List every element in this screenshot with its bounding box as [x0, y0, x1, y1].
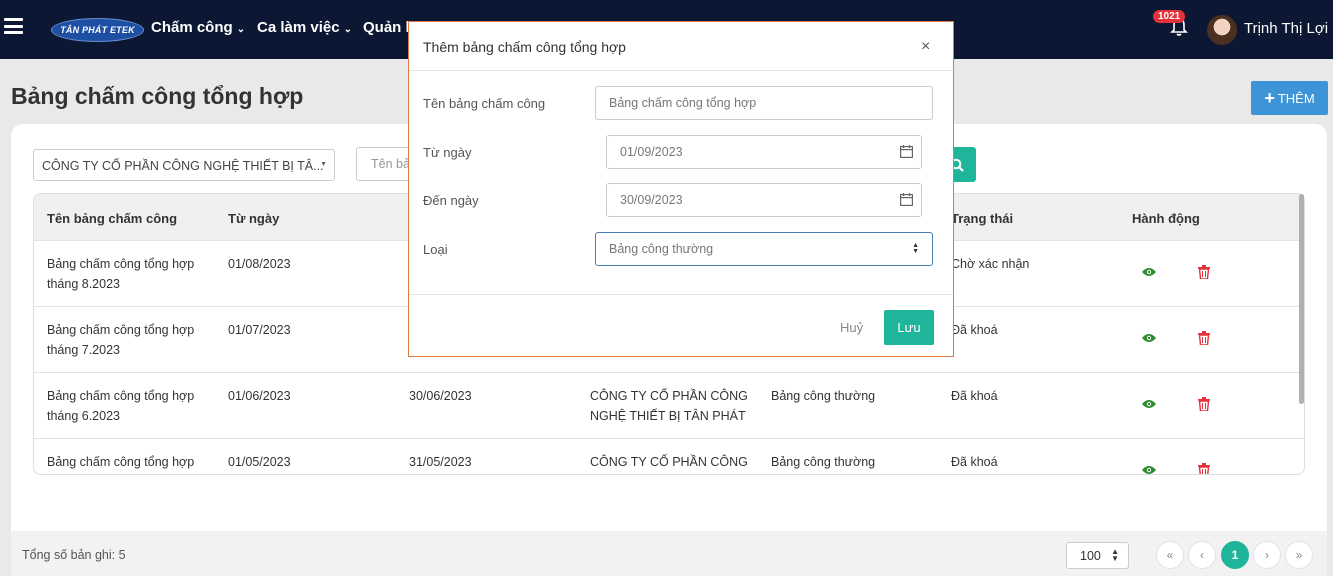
- record-count: Tổng số bản ghi: 5: [22, 548, 126, 562]
- cell-to: 31/05/2023: [409, 455, 472, 469]
- cell-name: Bảng chấm công tổng hợp tháng 6.2023: [47, 389, 195, 423]
- updown-icon: ▲ ▼: [1111, 547, 1119, 563]
- cell-from: 01/07/2023: [228, 323, 291, 337]
- cell-status: Đã khoá: [951, 389, 998, 403]
- col-header-status: Trạng thái: [951, 211, 1014, 226]
- col-header-actions: Hành động: [1132, 211, 1200, 226]
- user-name[interactable]: Trịnh Thị Lợi: [1244, 20, 1328, 37]
- add-button[interactable]: + THÊM: [1251, 81, 1328, 115]
- type-label: Loại: [423, 242, 448, 257]
- pager-current[interactable]: 1: [1221, 541, 1249, 569]
- save-button[interactable]: Lưu: [884, 310, 934, 345]
- pager-next[interactable]: ›: [1253, 541, 1281, 569]
- cell-company: CÔNG TY CỔ PHẦN CÔNG: [590, 455, 748, 469]
- trash-icon[interactable]: [1198, 463, 1210, 475]
- table-row: Bảng chấm công tổng hợp tháng 6.2023 01/0…: [34, 372, 1304, 438]
- eye-icon[interactable]: [1142, 465, 1156, 475]
- trash-icon[interactable]: [1198, 331, 1210, 345]
- from-date-label: Từ ngày: [423, 145, 472, 160]
- table-row: Bảng chấm công tổng hợp 01/05/2023 31/05…: [34, 438, 1304, 475]
- nav-cham-cong[interactable]: Chấm công ⌄: [151, 19, 245, 36]
- caret-down-icon: ▼: [320, 161, 327, 168]
- cell-from: 01/08/2023: [228, 257, 291, 271]
- eye-icon[interactable]: [1142, 333, 1156, 343]
- name-label: Tên bảng chấm công: [423, 96, 546, 111]
- cell-company: CÔNG TY CỔ PHẦN CÔNG NGHỆ THIẾT BỊ TÂN PH…: [590, 389, 748, 423]
- eye-icon[interactable]: [1142, 267, 1156, 277]
- to-date-label: Đến ngày: [423, 193, 479, 208]
- menu-icon[interactable]: [4, 18, 23, 34]
- cell-status: Chờ xác nhận: [951, 257, 1030, 271]
- trash-icon[interactable]: [1198, 265, 1210, 279]
- cell-from: 01/06/2023: [228, 389, 291, 403]
- cell-type: Bảng công thường: [771, 389, 876, 403]
- type-select[interactable]: Bảng công thường ▲ ▼: [595, 232, 933, 266]
- cell-type: Bảng công thường: [771, 455, 876, 469]
- col-header-from: Từ ngày: [228, 211, 280, 226]
- cell-to: 30/06/2023: [409, 389, 472, 403]
- plus-icon: +: [1264, 87, 1275, 108]
- divider: [409, 70, 953, 71]
- cell-name: Bảng chấm công tổng hợp tháng 8.2023: [47, 257, 195, 291]
- cell-status: Đã khoá: [951, 323, 998, 337]
- calendar-icon[interactable]: [900, 145, 913, 158]
- divider: [409, 294, 953, 295]
- page-size-select[interactable]: 100 ▲ ▼: [1066, 542, 1129, 569]
- modal-title: Thêm bảng chấm công tổng hợp: [423, 39, 626, 55]
- cell-name: Bảng chấm công tổng hợp tháng 7.2023: [47, 323, 195, 357]
- pager-prev[interactable]: ‹: [1188, 541, 1216, 569]
- company-filter-select[interactable]: CÔNG TY CỔ PHẦN CÔNG NGHỆ THIẾT BỊ TÂ...…: [33, 149, 335, 181]
- pager-first[interactable]: «: [1156, 541, 1184, 569]
- add-timesheet-modal: Thêm bảng chấm công tổng hợp × Tên bảng …: [408, 21, 954, 357]
- search-input[interactable]: Tên bả: [356, 147, 416, 181]
- calendar-icon[interactable]: [900, 193, 913, 206]
- chevron-down-icon: ⌄: [343, 24, 352, 35]
- to-date-input[interactable]: 30/09/2023: [606, 183, 922, 217]
- notification-badge: 1021: [1153, 10, 1186, 23]
- table-footer: [11, 531, 1327, 576]
- cancel-button[interactable]: Huỷ: [840, 320, 863, 335]
- pager-last[interactable]: »: [1285, 541, 1313, 569]
- col-header-name: Tên bảng chấm công: [47, 211, 178, 226]
- updown-icon: ▲ ▼: [912, 242, 919, 255]
- nav-ca-lam-viec[interactable]: Ca làm việc ⌄: [257, 19, 352, 36]
- from-date-input[interactable]: 01/09/2023: [606, 135, 922, 169]
- avatar[interactable]: [1207, 15, 1237, 45]
- chevron-down-icon: ⌄: [236, 24, 246, 35]
- company-logo[interactable]: TÂN PHÁT ETEK: [51, 18, 144, 42]
- page-title: Bảng chấm công tổng hợp: [11, 83, 304, 109]
- cell-from: 01/05/2023: [228, 455, 291, 469]
- table-scrollbar[interactable]: [1299, 194, 1304, 404]
- timesheet-name-input[interactable]: Bảng chấm công tổng hợp: [595, 86, 933, 120]
- cell-name: Bảng chấm công tổng hợp: [47, 455, 195, 469]
- close-icon[interactable]: ×: [921, 38, 930, 56]
- trash-icon[interactable]: [1198, 397, 1210, 411]
- eye-icon[interactable]: [1142, 399, 1156, 409]
- cell-status: Đã khoá: [951, 455, 998, 469]
